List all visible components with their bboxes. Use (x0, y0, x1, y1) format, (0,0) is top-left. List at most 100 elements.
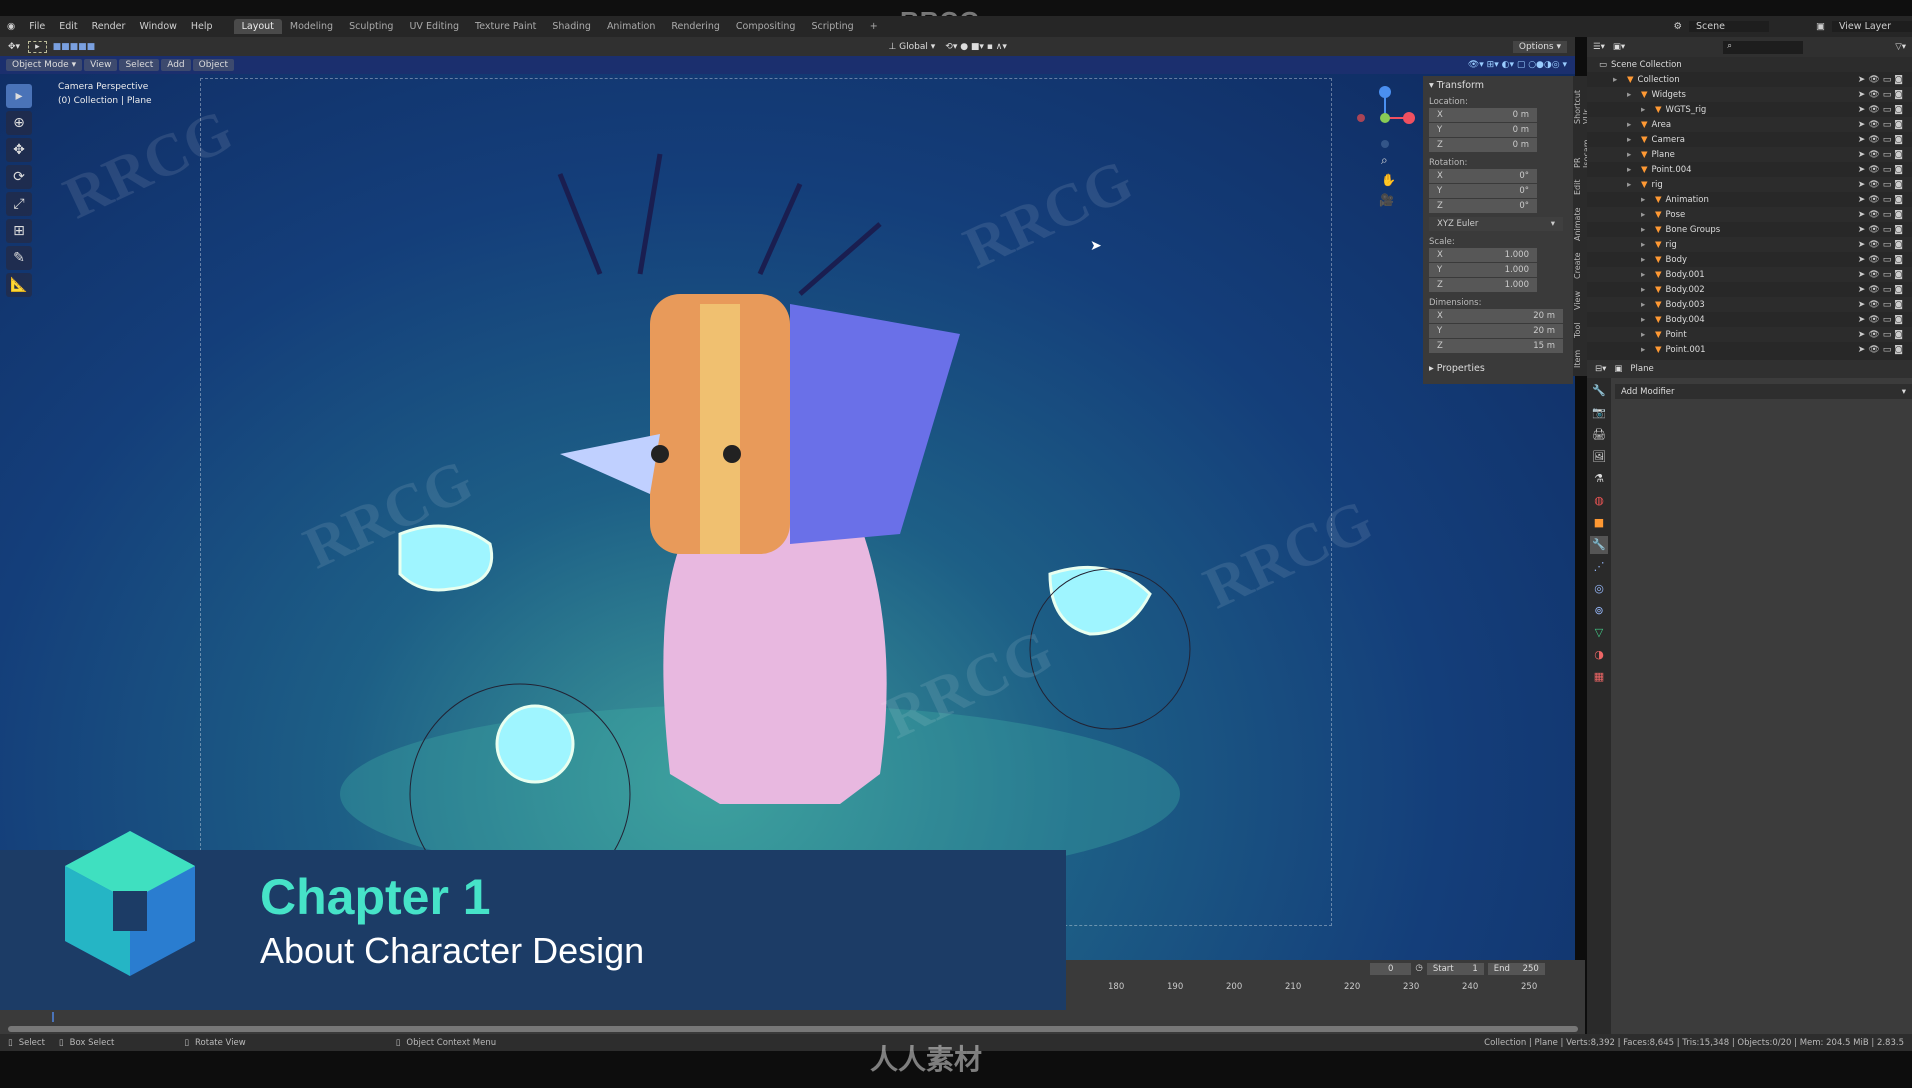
rotation-z[interactable]: Z 0° (1429, 199, 1537, 213)
expand-arrow-icon[interactable]: ▸ (1641, 255, 1651, 265)
menu-edit[interactable]: Edit (52, 21, 84, 32)
tab-rendering[interactable]: Rendering (663, 19, 728, 34)
outliner-row[interactable]: ▸ ▼ Body ➤👁▭◙ (1587, 252, 1912, 267)
output-tab-icon[interactable]: 🖨 (1590, 426, 1608, 444)
menu-render[interactable]: Render (85, 21, 133, 32)
expand-arrow-icon[interactable]: ▸ (1627, 165, 1637, 175)
scale-y[interactable]: Y 1.000 (1429, 263, 1537, 277)
rotation-x[interactable]: X 0° (1429, 169, 1537, 183)
visibility-icons[interactable]: ➤👁▭◙ (1858, 75, 1906, 85)
rotate-tool-icon[interactable]: ⟳ (6, 165, 32, 189)
3d-viewport[interactable]: Camera Perspective (0) Collection | Plan… (0, 74, 1575, 960)
rotation-mode-dropdown[interactable]: XYZ Euler ▾ (1429, 217, 1563, 231)
expand-arrow-icon[interactable]: ▸ (1627, 90, 1637, 100)
expand-arrow-icon[interactable]: ▸ (1641, 270, 1651, 280)
tab-uv-editing[interactable]: UV Editing (401, 19, 467, 34)
outliner-row[interactable]: ▸ ▼ Point.004 ➤👁▭◙ (1587, 162, 1912, 177)
tab-compositing[interactable]: Compositing (728, 19, 804, 34)
world-tab-icon[interactable]: ◍ (1590, 492, 1608, 510)
visibility-icons[interactable]: ➤👁▭◙ (1858, 300, 1906, 310)
expand-arrow-icon[interactable]: ▸ (1627, 150, 1637, 160)
location-y[interactable]: Y 0 m (1429, 123, 1537, 137)
expand-arrow-icon[interactable]: ▸ (1641, 315, 1651, 325)
tab-animation[interactable]: Animation (599, 19, 663, 34)
dimensions-z[interactable]: Z 15 m (1429, 339, 1563, 353)
scene-selector[interactable]: Scene (1689, 21, 1770, 32)
visibility-icons[interactable]: ➤👁▭◙ (1858, 105, 1906, 115)
menu-select[interactable]: Select (119, 59, 160, 71)
selection-mode-icons[interactable]: ■■■■■ (47, 42, 102, 52)
end-frame-field[interactable]: End 250 (1487, 963, 1545, 975)
expand-arrow-icon[interactable]: ▸ (1627, 135, 1637, 145)
transform-header[interactable]: ▾ Transform (1429, 80, 1567, 91)
menu-object[interactable]: Object (192, 59, 234, 71)
visibility-icons[interactable]: ➤👁▭◙ (1858, 120, 1906, 130)
expand-arrow-icon[interactable]: ▸ (1641, 225, 1651, 235)
material-tab-icon[interactable]: ◑ (1590, 646, 1608, 664)
tab-texture-paint[interactable]: Texture Paint (467, 19, 544, 34)
visibility-icons[interactable]: ➤👁▭◙ (1858, 210, 1906, 220)
object-tab-icon[interactable]: ■ (1590, 514, 1608, 532)
view-layer-tab-icon[interactable]: 🖼 (1590, 448, 1608, 466)
tab-modeling[interactable]: Modeling (282, 19, 341, 34)
expand-arrow-icon[interactable]: ▸ (1613, 75, 1623, 85)
add-modifier-dropdown[interactable]: Add Modifier ▾ (1615, 384, 1912, 399)
dimensions-y[interactable]: Y 20 m (1429, 324, 1563, 338)
sidebar-tab-animate[interactable]: Animate (1573, 207, 1587, 241)
expand-arrow-icon[interactable]: ▸ (1641, 285, 1651, 295)
filter-icon[interactable]: ▽▾ (1895, 42, 1906, 52)
outliner-row[interactable]: ▸ ▼ rig ➤👁▭◙ (1587, 177, 1912, 192)
dimensions-x[interactable]: X 20 m (1429, 309, 1563, 323)
scene-tab-icon[interactable]: ⚗ (1590, 470, 1608, 488)
expand-arrow-icon[interactable]: ▸ (1627, 180, 1637, 190)
expand-arrow-icon[interactable]: ▸ (1641, 300, 1651, 310)
expand-arrow-icon[interactable]: ▸ (1641, 105, 1651, 115)
texture-tab-icon[interactable]: ▦ (1590, 668, 1608, 686)
visibility-icons[interactable]: ➤👁▭◙ (1858, 255, 1906, 265)
editor-type-icon[interactable]: ✥▾ (0, 42, 28, 52)
expand-arrow-icon[interactable]: ▸ (1627, 120, 1637, 130)
options-dropdown[interactable]: Options ▾ (1512, 40, 1567, 53)
expand-arrow-icon[interactable]: ▸ (1641, 195, 1651, 205)
rotation-y[interactable]: Y 0° (1429, 184, 1537, 198)
modifier-tab-icon[interactable]: 🔧 (1590, 536, 1608, 554)
navigation-gizmo[interactable]: ⌕ ✋ 🎥 (1345, 80, 1415, 220)
move-tool-icon[interactable]: ✥ (6, 138, 32, 162)
expand-arrow-icon[interactable]: ▸ (1641, 210, 1651, 220)
measure-tool-icon[interactable]: 📐 (6, 273, 32, 297)
menu-file[interactable]: File (22, 21, 52, 32)
menu-add[interactable]: Add (161, 59, 191, 71)
filter-view-icon[interactable]: ▣▾ (1613, 42, 1625, 52)
outliner-row[interactable]: ▸ ▼ Body.002 ➤👁▭◙ (1587, 282, 1912, 297)
visibility-icons[interactable]: ➤👁▭◙ (1858, 225, 1906, 235)
scene-collection-row[interactable]: ▭ Scene Collection (1587, 57, 1912, 72)
menu-view[interactable]: View (84, 59, 118, 71)
timeline-scrollbar[interactable] (8, 1026, 1578, 1032)
render-tab-icon[interactable]: 📷 (1590, 404, 1608, 422)
menu-window[interactable]: Window (132, 21, 183, 32)
physics-tab-icon[interactable]: ◎ (1590, 580, 1608, 598)
view-layer-selector[interactable]: View Layer (1832, 21, 1912, 32)
editor-type-icon[interactable]: ⊟▾ (1595, 364, 1606, 374)
outliner-row[interactable]: ▸ ▼ Body.001 ➤👁▭◙ (1587, 267, 1912, 282)
visibility-icons[interactable]: ➤👁▭◙ (1858, 165, 1906, 175)
outliner-row[interactable]: ▸ ▼ Widgets ➤👁▭◙ (1587, 87, 1912, 102)
select-box-tool-icon[interactable]: ▸ (6, 84, 32, 108)
display-mode-icon[interactable]: ☰▾ (1593, 42, 1605, 52)
visibility-icons[interactable]: ➤👁▭◙ (1858, 240, 1906, 250)
outliner-row[interactable]: ▸ ▼ Animation ➤👁▭◙ (1587, 192, 1912, 207)
orientation-dropdown[interactable]: ⊥ Global ▾ (884, 42, 939, 52)
outliner-search-input[interactable]: ⌕ (1723, 40, 1804, 54)
outliner-row[interactable]: ▸ ▼ Body.004 ➤👁▭◙ (1587, 312, 1912, 327)
pivot-icon[interactable]: ⟲▾ ● ■▾ ▪ ∧▾ (939, 42, 1013, 52)
blender-logo-icon[interactable]: ◉ (0, 21, 22, 32)
location-z[interactable]: Z 0 m (1429, 138, 1537, 152)
visibility-icons[interactable]: ➤👁▭◙ (1858, 90, 1906, 100)
start-frame-field[interactable]: Start 1 (1426, 963, 1484, 975)
expand-arrow-icon[interactable]: ▸ (1641, 330, 1651, 340)
outliner-row[interactable]: ▸ ▼ WGTS_rig ➤👁▭◙ (1587, 102, 1912, 117)
cursor-tool-icon[interactable]: ⊕ (6, 111, 32, 135)
sidebar-tab-create[interactable]: Create (1573, 253, 1587, 280)
tool-tab-icon[interactable]: 🔧 (1590, 382, 1608, 400)
visibility-icons[interactable]: ➤👁▭◙ (1858, 195, 1906, 205)
